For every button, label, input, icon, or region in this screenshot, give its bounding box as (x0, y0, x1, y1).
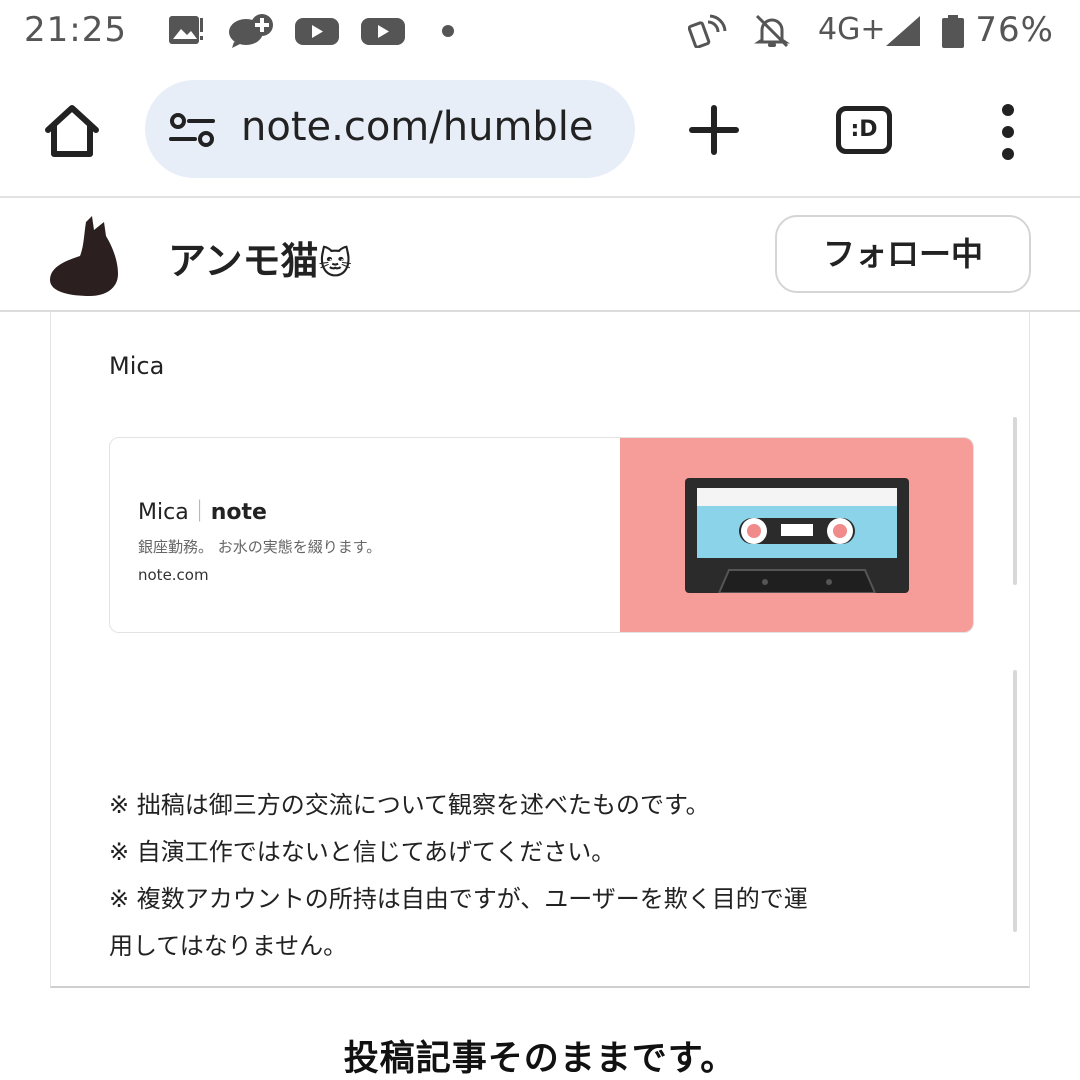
network-type: 4G+ (818, 12, 886, 47)
note-line: ※ 複数アカウントの所持は自由ですが、ユーザーを欺く目的で運 (109, 885, 808, 913)
url-text[interactable]: note.com/humble (241, 104, 613, 150)
status-time: 21:25 (24, 10, 127, 50)
bell-off-icon (754, 14, 790, 48)
scrollbar-upper[interactable] (1013, 417, 1017, 585)
battery-icon (942, 15, 964, 48)
youtube-icon (295, 18, 339, 45)
tune-icon[interactable] (169, 112, 215, 148)
link-card-description: 銀座勤務。 お水の実態を綴ります。 (138, 538, 382, 556)
link-card-thumbnail (620, 438, 973, 632)
link-preview-card[interactable]: Mica｜note 銀座勤務。 お水の実態を綴ります。 note.com (109, 437, 974, 633)
tab-switcher-button[interactable]: :D (836, 106, 892, 154)
plus-icon[interactable] (688, 104, 740, 156)
link-card-title: Mica｜note (138, 494, 267, 526)
note-line: ※ 自演工作ではないと信じてあげてください。 (109, 838, 616, 866)
youtube-icon (361, 18, 405, 45)
note-line: ※ 拙稿は御三方の交流について観察を述べたものです。 (109, 791, 710, 819)
link-card-title-site: note (210, 500, 267, 525)
profile-name[interactable]: アンモ猫🐱 (168, 230, 352, 285)
home-icon[interactable] (40, 100, 104, 160)
caption-text: 投稿記事そのままです。 (343, 1039, 737, 1079)
more-vert-icon[interactable] (994, 102, 1022, 162)
link-card-domain: note.com (138, 566, 209, 584)
chat-plus-icon (229, 14, 273, 48)
browser-toolbar: note.com/humble :D (0, 64, 1080, 198)
status-bar: 21:25 4G+ 76% (0, 0, 1080, 64)
profile-header: アンモ猫🐱 フォロー中 (0, 200, 1080, 312)
cat-emoji-icon: 🐱 (318, 244, 352, 282)
follow-button[interactable]: フォロー中 (775, 215, 1031, 293)
link-card-title-name: Mica (138, 500, 189, 525)
gallery-icon (169, 16, 203, 44)
notes-block: ※ 拙稿は御三方の交流について観察を述べたものです。 ※ 自演工作ではないと信じ… (109, 782, 969, 970)
embed-author: Mica (109, 352, 165, 380)
note-line: 用してはなりません。 (109, 932, 348, 960)
article-embed: Mica Mica｜note 銀座勤務。 お水の実態を綴ります。 note.co… (50, 312, 1030, 988)
cassette-tape-icon (685, 478, 909, 593)
battery-percent: 76% (975, 10, 1054, 50)
nfc-icon (688, 14, 727, 48)
dot-icon (442, 25, 454, 37)
signal-icon (886, 16, 920, 46)
link-card-title-sep: ｜ (188, 500, 211, 525)
profile-name-text: アンモ猫 (168, 239, 319, 283)
cat-silhouette-icon[interactable] (46, 216, 126, 296)
scrollbar-lower[interactable] (1013, 670, 1017, 932)
url-bar[interactable]: note.com/humble (145, 80, 635, 178)
